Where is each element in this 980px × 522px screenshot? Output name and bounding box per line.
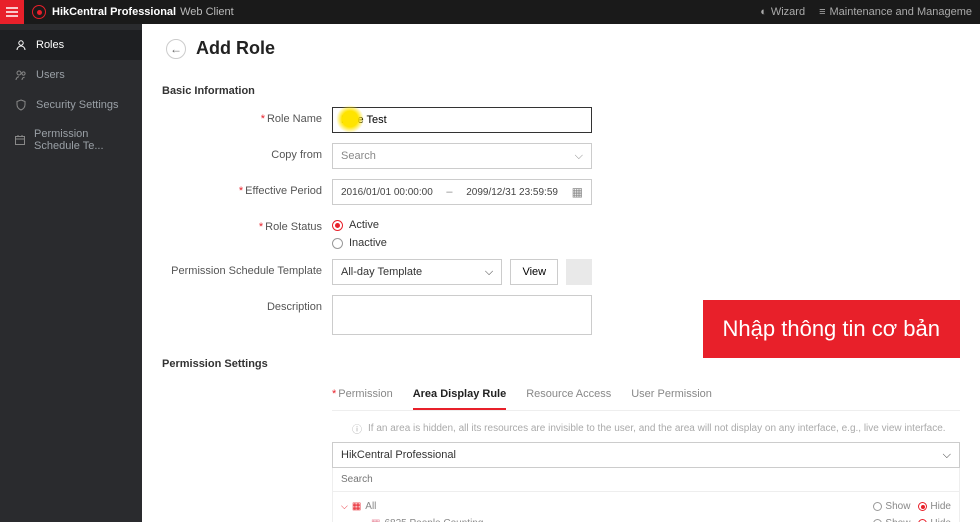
chevron-down-icon: ⌵ [943, 449, 951, 462]
wizard-link[interactable]: ◐ Wizard [760, 6, 805, 18]
sidebar-item-security[interactable]: Security Settings [0, 90, 142, 120]
brand-logo-icon [32, 5, 46, 19]
chevron-down-icon: ⌵ [485, 266, 493, 279]
overlay-caption: Nhập thông tin cơ bản [703, 300, 960, 358]
sidebar-item-label: Users [36, 69, 65, 81]
role-name-input[interactable] [332, 107, 592, 133]
copy-from-select[interactable]: Search ⌵ [332, 143, 592, 169]
tab-user-permission[interactable]: User Permission [631, 380, 712, 410]
top-bar: HikCentral Professional Web Client ◐ Wiz… [0, 0, 980, 24]
maintenance-link[interactable]: ≡ Maintenance and Manageme [819, 6, 972, 18]
tree-row-all[interactable]: ⌵ ▦ All Show Hide [341, 498, 951, 515]
sidebar-item-label: Roles [36, 39, 64, 51]
brand-subtitle: Web Client [180, 6, 234, 18]
collapse-icon[interactable]: ⌵ [341, 501, 348, 512]
description-label: Description [267, 301, 322, 313]
sidebar: Roles Users Security Settings Permission… [0, 24, 142, 522]
description-textarea[interactable] [332, 295, 592, 335]
area-icon: ▦ [371, 518, 380, 522]
back-button[interactable]: ← [166, 39, 186, 59]
sidebar-item-roles[interactable]: Roles [0, 30, 142, 60]
basic-info-heading: Basic Information [162, 85, 980, 97]
view-button[interactable]: View [510, 259, 558, 285]
show-radio[interactable]: Show [873, 518, 910, 522]
permission-tabs: *Permission Area Display Rule Resource A… [332, 380, 960, 411]
roles-icon [14, 38, 28, 52]
permission-tree: ⌵ ▦ All Show Hide ▦ 6825 People Counting [332, 492, 960, 522]
chevron-down-icon: ⌵ [575, 150, 583, 163]
main-content: ← Add Role Basic Information *Role Name … [142, 24, 980, 522]
permission-search-input[interactable] [332, 468, 960, 492]
settings-icon: ≡ [819, 6, 825, 18]
permission-root-select[interactable]: HikCentral Professional ⌵ [332, 442, 960, 468]
menu-toggle-button[interactable] [0, 0, 24, 24]
info-hint: ⓘ If an area is hidden, all its resource… [352, 421, 960, 436]
template-select[interactable]: All-day Template ⌵ [332, 259, 502, 285]
effective-period-input[interactable]: 2016/01/01 00:00:00 – 2099/12/31 23:59:5… [332, 179, 592, 205]
users-icon [14, 68, 28, 82]
permission-settings-heading: Permission Settings [162, 358, 980, 370]
role-status-label: Role Status [265, 221, 322, 233]
shield-icon [14, 98, 28, 112]
calendar-icon: ▦ [572, 185, 583, 199]
calendar-icon [14, 133, 26, 147]
sidebar-item-label: Permission Schedule Te... [34, 128, 128, 152]
wizard-icon: ◐ [760, 6, 767, 18]
template-label: Permission Schedule Template [171, 265, 322, 277]
brand-name: HikCentral Professional [52, 6, 176, 18]
tree-row-child[interactable]: ▦ 6825 People Counting Show Hide [341, 515, 951, 522]
tab-area-display-rule[interactable]: Area Display Rule [413, 380, 507, 410]
status-active-radio[interactable]: Active [332, 219, 592, 231]
show-radio[interactable]: Show [873, 501, 910, 512]
sidebar-item-schedule[interactable]: Permission Schedule Te... [0, 120, 142, 160]
sidebar-item-label: Security Settings [36, 99, 119, 111]
sidebar-item-users[interactable]: Users [0, 60, 142, 90]
folder-icon: ▦ [352, 501, 361, 512]
effective-period-label: Effective Period [245, 185, 322, 197]
page-title: Add Role [196, 38, 275, 59]
role-name-label: Role Name [267, 113, 322, 125]
hide-radio[interactable]: Hide [918, 501, 951, 512]
tab-resource-access[interactable]: Resource Access [526, 380, 611, 410]
copy-from-label: Copy from [271, 149, 322, 161]
info-icon: ⓘ [352, 421, 362, 436]
hide-radio[interactable]: Hide [918, 518, 951, 522]
status-inactive-radio[interactable]: Inactive [332, 237, 592, 249]
slider-gap [566, 259, 592, 285]
tab-permission[interactable]: *Permission [332, 380, 393, 410]
